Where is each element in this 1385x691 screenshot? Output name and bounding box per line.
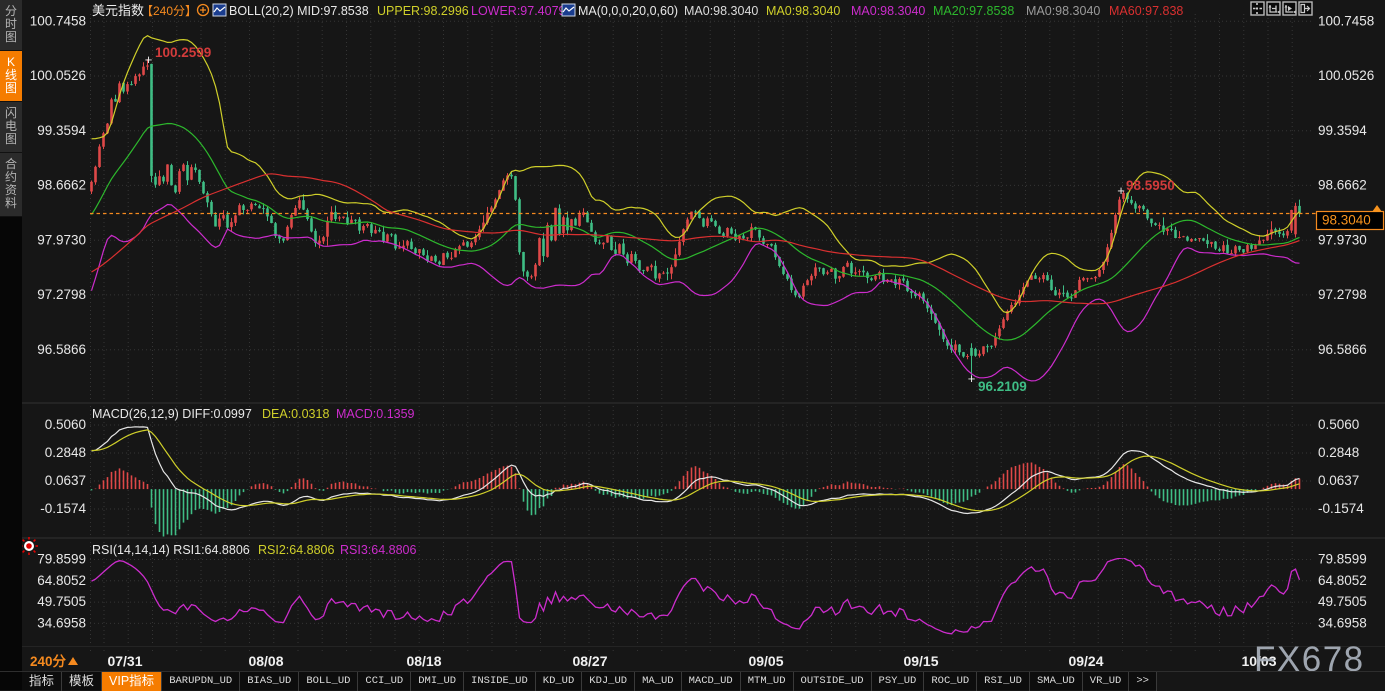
svg-text:MA0:98.3040: MA0:98.3040 (684, 4, 758, 18)
svg-text:79.8599: 79.8599 (1318, 552, 1367, 567)
svg-text:100.2599: 100.2599 (155, 45, 211, 60)
svg-text:【240分】: 【240分】 (141, 4, 197, 18)
svg-text:MA0:98.3040: MA0:98.3040 (1026, 4, 1100, 18)
svg-text:0.0637: 0.0637 (1318, 473, 1359, 488)
svg-text:08/18: 08/18 (406, 653, 441, 669)
svg-text:+: + (145, 52, 153, 67)
svg-text:97.2798: 97.2798 (1318, 287, 1367, 302)
svg-text:MACD(26,12,9) DIFF:0.0997: MACD(26,12,9) DIFF:0.0997 (92, 407, 252, 421)
svg-text:美元指数: 美元指数 (92, 3, 144, 18)
svg-text:DEA:0.0318: DEA:0.0318 (262, 407, 329, 421)
svg-text:08/08: 08/08 (248, 653, 283, 669)
svg-text:98.6662: 98.6662 (37, 177, 86, 192)
svg-text:0.5060: 0.5060 (1318, 417, 1359, 432)
svg-text:79.8599: 79.8599 (37, 552, 86, 567)
svg-text:97.9730: 97.9730 (1318, 232, 1367, 247)
svg-text:99.3594: 99.3594 (37, 123, 86, 138)
svg-text:09/15: 09/15 (903, 653, 938, 669)
svg-text:64.8052: 64.8052 (1318, 573, 1367, 588)
svg-text:0.2848: 0.2848 (45, 445, 86, 460)
svg-text:49.7505: 49.7505 (1318, 594, 1367, 609)
svg-text:MA0:98.3040: MA0:98.3040 (766, 4, 840, 18)
svg-text:100.0526: 100.0526 (1318, 68, 1374, 83)
svg-text:MA0:98.3040: MA0:98.3040 (851, 4, 925, 18)
svg-text:RSI(14,14,14) RSI1:64.8806: RSI(14,14,14) RSI1:64.8806 (92, 543, 250, 557)
svg-text:RSI2:64.8806: RSI2:64.8806 (258, 543, 334, 557)
svg-text:-0.1574: -0.1574 (1318, 501, 1364, 516)
svg-text:0.2848: 0.2848 (1318, 445, 1359, 460)
svg-text:08/27: 08/27 (572, 653, 607, 669)
svg-text:RSI3:64.8806: RSI3:64.8806 (340, 543, 416, 557)
svg-text:34.6958: 34.6958 (1318, 615, 1367, 630)
svg-text:100.7458: 100.7458 (30, 13, 86, 28)
svg-text:+: + (968, 371, 976, 386)
svg-text:0.0637: 0.0637 (45, 473, 86, 488)
svg-text:MA(0,0,0,20,0,60): MA(0,0,0,20,0,60) (578, 4, 678, 18)
svg-text:49.7505: 49.7505 (37, 594, 86, 609)
svg-text:UPPER:98.2996: UPPER:98.2996 (377, 4, 469, 18)
svg-text:98.3040: 98.3040 (1322, 213, 1371, 228)
svg-text:0.5060: 0.5060 (45, 417, 86, 432)
svg-text:99.3594: 99.3594 (1318, 123, 1367, 138)
svg-text:240分: 240分 (30, 654, 67, 669)
svg-text:09/05: 09/05 (748, 653, 783, 669)
svg-text:+: + (1117, 183, 1125, 198)
svg-text:09/24: 09/24 (1068, 653, 1103, 669)
svg-text:LOWER:97.4079: LOWER:97.4079 (471, 4, 566, 18)
svg-text:100.0526: 100.0526 (30, 68, 86, 83)
svg-text:100.7458: 100.7458 (1318, 13, 1374, 28)
svg-text:MA60:97.838: MA60:97.838 (1109, 4, 1183, 18)
svg-text:96.5866: 96.5866 (1318, 342, 1367, 357)
svg-text:98.5950: 98.5950 (1126, 178, 1175, 193)
svg-text:96.5866: 96.5866 (37, 342, 86, 357)
svg-text:MA20:97.8538: MA20:97.8538 (933, 4, 1014, 18)
svg-text:64.8052: 64.8052 (37, 573, 86, 588)
svg-text:-0.1574: -0.1574 (40, 501, 86, 516)
svg-text:97.2798: 97.2798 (37, 287, 86, 302)
svg-text:97.9730: 97.9730 (37, 232, 86, 247)
svg-text:96.2109: 96.2109 (978, 379, 1027, 394)
svg-text:BOLL(20,2) MID:97.8538: BOLL(20,2) MID:97.8538 (229, 4, 369, 18)
svg-text:07/31: 07/31 (107, 653, 142, 669)
svg-text:34.6958: 34.6958 (37, 615, 86, 630)
svg-text:MACD:0.1359: MACD:0.1359 (336, 407, 415, 421)
svg-text:98.6662: 98.6662 (1318, 177, 1367, 192)
